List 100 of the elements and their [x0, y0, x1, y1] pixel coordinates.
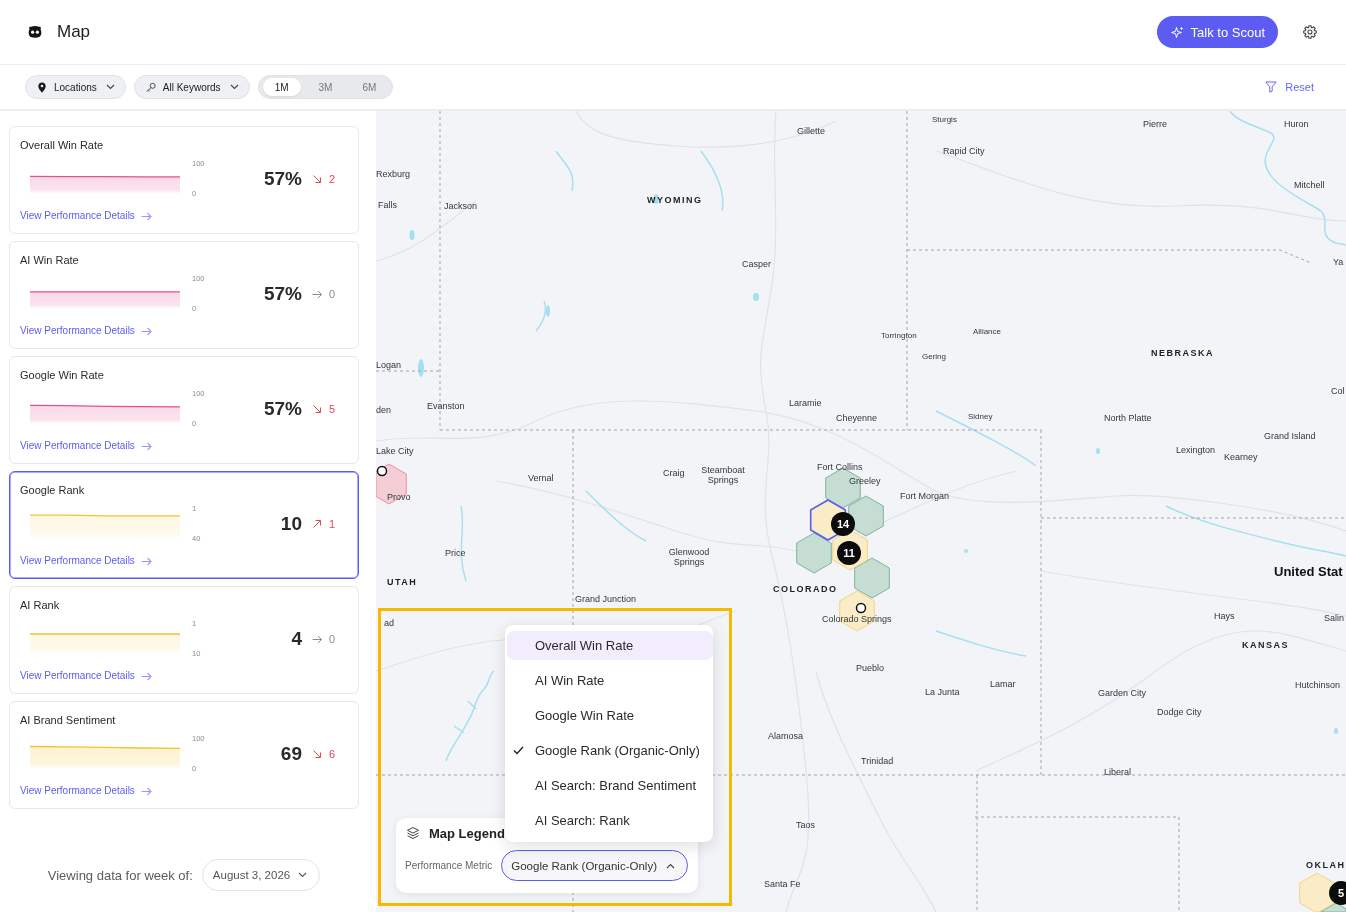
menu-option[interactable]: Overall Win Rate: [507, 631, 713, 660]
menu-option[interactable]: Google Rank (Organic-Only): [507, 736, 713, 765]
details-link[interactable]: View Performance Details: [20, 325, 152, 337]
country-label: United Stat: [1274, 563, 1343, 579]
city-label: Grand Junction: [575, 594, 637, 604]
details-link[interactable]: View Performance Details: [20, 210, 152, 222]
details-link[interactable]: View Performance Details: [20, 785, 152, 797]
arrow-right-icon: [140, 211, 152, 221]
arrow-right-icon: [140, 786, 152, 796]
city-label: ad: [384, 618, 394, 628]
caret-down-icon: [298, 872, 308, 878]
metric-value: 57%: [262, 282, 302, 306]
city-label: Price: [445, 548, 466, 558]
city-label: Hays: [1214, 611, 1235, 621]
metric-value: 10: [279, 512, 302, 536]
city-label: Glenwood Springs: [667, 547, 711, 567]
filter-icon: [1265, 81, 1278, 93]
city-label: Mitchell: [1294, 180, 1325, 190]
menu-option[interactable]: AI Search: Brand Sentiment: [507, 771, 713, 800]
city-label: Evanston: [427, 401, 465, 411]
city-label: Fort Morgan: [900, 491, 950, 501]
delta-value: 5: [329, 402, 336, 416]
city-label: Alamosa: [768, 731, 803, 741]
hex-region[interactable]: [1319, 902, 1346, 912]
city-label: den: [376, 405, 392, 415]
city-label: Hutchinson: [1295, 680, 1341, 690]
metric-title: Google Rank: [20, 483, 86, 497]
state-label: COLORADO: [773, 584, 838, 594]
cluster-count-badge[interactable]: 5: [1329, 881, 1346, 905]
delta-value: 0: [329, 287, 336, 301]
menu-option[interactable]: AI Win Rate: [507, 666, 713, 695]
cluster-count-badge[interactable]: 11: [837, 541, 861, 565]
town-label: Torrington: [881, 331, 917, 341]
city-label: Salin: [1324, 613, 1344, 623]
city-label: Santa Fe: [764, 879, 801, 889]
city-label: Laramie: [789, 398, 822, 408]
city-label: Provo: [387, 492, 411, 502]
settings-icon[interactable]: [1303, 25, 1317, 39]
period-tab[interactable]: 1M: [262, 78, 301, 96]
location-filter[interactable]: Locations: [25, 75, 126, 99]
hex-region[interactable]: [848, 495, 884, 537]
city-label: Falls: [378, 200, 397, 210]
city-label: Casper: [742, 259, 771, 269]
metric-title: Overall Win Rate: [20, 138, 105, 152]
city-label: Trinidad: [861, 756, 894, 766]
state-label: NEBRASKA: [1151, 348, 1214, 358]
metric-select[interactable]: Google Rank (Organic-Only): [501, 850, 688, 881]
menu-option[interactable]: Google Win Rate: [507, 701, 713, 730]
sparkle-icon: [1170, 25, 1184, 39]
caret-down-icon: [105, 84, 115, 90]
period-tab[interactable]: 6M: [350, 78, 389, 96]
details-link[interactable]: View Performance Details: [20, 440, 152, 452]
town-label: Gering: [922, 352, 946, 362]
assistant-button[interactable]: Talk to Scout: [1156, 16, 1278, 48]
period-tab[interactable]: 3M: [306, 78, 345, 96]
state-label: WYOMING: [647, 195, 703, 205]
town-label: Alliance: [973, 327, 1001, 337]
metric-title: AI Win Rate: [20, 253, 80, 267]
delta-value: 0: [329, 632, 336, 646]
city-label: Cheyenne: [836, 413, 878, 423]
ring-marker-icon[interactable]: [376, 465, 388, 477]
reset-button[interactable]: Reset: [1265, 81, 1314, 93]
week-select[interactable]: August 3, 2026: [201, 859, 321, 891]
arrow-right-icon: [140, 326, 152, 336]
town-label: Sturgis: [932, 115, 957, 125]
legend-title: Map Legend: [429, 825, 505, 841]
details-link[interactable]: View Performance Details: [20, 555, 152, 567]
arrow-right-icon: [140, 556, 152, 566]
metric-title: AI Rank: [20, 598, 61, 612]
city-label: Vernal: [528, 473, 554, 483]
state-label: UTAH: [387, 577, 418, 587]
details-link[interactable]: View Performance Details: [20, 670, 152, 682]
city-label: Col: [1331, 386, 1345, 396]
city-label: Lexington: [1176, 445, 1216, 455]
city-label: Jackson: [444, 201, 478, 211]
arrow-right-icon: [140, 671, 152, 681]
city-label: Garden City: [1098, 688, 1147, 698]
logo-icon: [27, 25, 43, 39]
city-label: Huron: [1284, 119, 1309, 129]
city-label: Kearney: [1224, 452, 1258, 462]
layers-icon: [406, 826, 420, 840]
cluster-count-badge[interactable]: 14: [831, 512, 855, 536]
metric-value: 4: [290, 627, 302, 651]
city-label: Grand Island: [1264, 431, 1316, 441]
city-label: Liberal: [1104, 767, 1132, 777]
metric-value: 69: [279, 742, 302, 766]
arrow-right-icon: [140, 441, 152, 451]
key-icon: [145, 81, 156, 93]
caret-down-icon: [229, 84, 239, 90]
town-label: Sidney: [968, 412, 993, 422]
delta-value: 2: [329, 172, 336, 186]
city-label: Logan: [376, 360, 402, 370]
city-label: Lamar: [990, 679, 1016, 689]
delta-value: 1: [329, 517, 336, 531]
ring-marker-icon[interactable]: [855, 602, 867, 614]
city-label: Pierre: [1143, 119, 1167, 129]
menu-option[interactable]: AI Search: Rank: [507, 806, 713, 835]
city-label: Greeley: [849, 476, 881, 486]
city-label: Fort Collins: [817, 462, 863, 472]
keyword-filter[interactable]: All Keywords: [133, 75, 250, 99]
